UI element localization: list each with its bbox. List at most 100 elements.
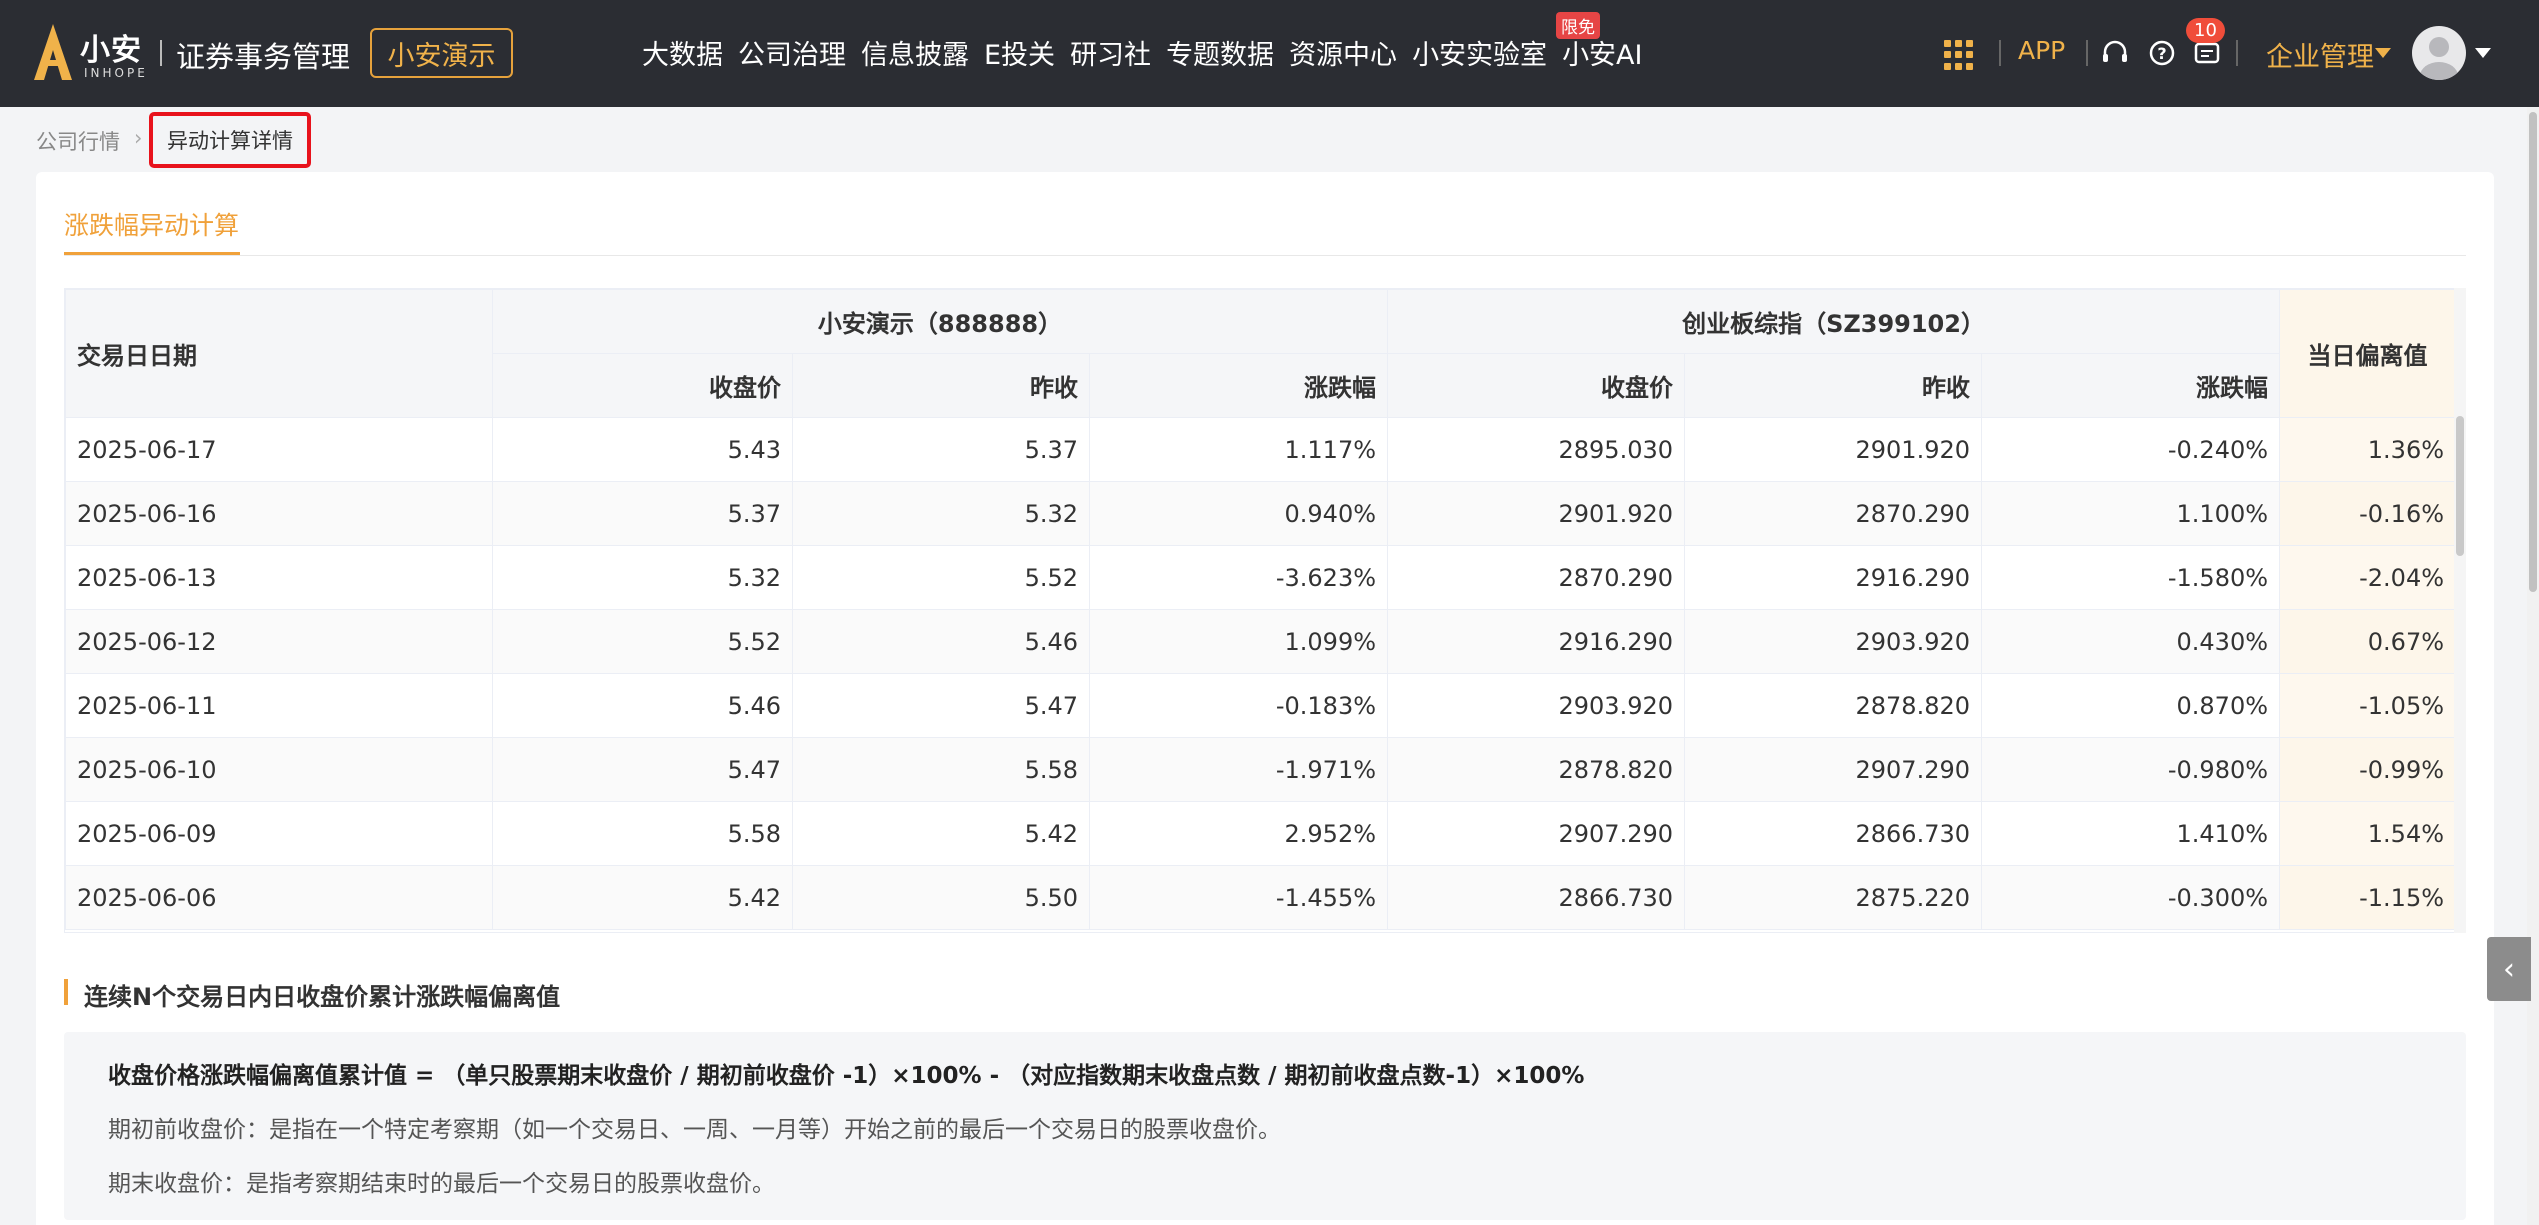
cell-stock-close: 5.42	[492, 865, 793, 930]
headset-icon[interactable]	[2100, 38, 2130, 68]
apps-grid-icon[interactable]	[1944, 40, 1974, 70]
definition-opening-price: 期初前收盘价：是指在一个特定考察期（如一个交易日、一周、一月等）开始之前的最后一…	[108, 1117, 1281, 1143]
cell-stock-prev-close: 5.46	[792, 609, 1090, 674]
cell-stock-prev-close: 5.47	[792, 673, 1090, 738]
section-accent-bar	[64, 979, 68, 1005]
cell-stock-close: 5.52	[492, 609, 793, 674]
cell-trade-date: 2025-06-11	[65, 673, 493, 738]
cell-stock-change: 0.940%	[1088, 481, 1389, 546]
chevron-down-icon[interactable]	[2475, 48, 2491, 58]
nav-item-disclosure[interactable]: 信息披露	[861, 33, 969, 72]
cell-daily-deviation: -2.04%	[2279, 545, 2457, 610]
cell-index-change: -0.240%	[1981, 417, 2281, 482]
main-nav: 大数据 公司治理 信息披露 E投关 研习社 专题数据 资源中心 小安实验室 小安…	[642, 33, 1658, 72]
cell-index-close: 2901.920	[1387, 481, 1686, 546]
cell-index-change: 1.100%	[1981, 481, 2281, 546]
cell-daily-deviation: -1.15%	[2279, 865, 2457, 930]
cell-stock-prev-close: 5.50	[792, 865, 1090, 930]
cell-daily-deviation: -0.16%	[2279, 481, 2457, 546]
header-index-prev-close: 昨收	[1684, 353, 1983, 418]
company-switcher[interactable]: 小安演示	[370, 28, 513, 78]
nav-item-e-ir[interactable]: E投关	[984, 33, 1055, 72]
table-row: 2025-06-17 5.43 5.37 1.117% 2895.030 2901.920…	[65, 417, 2457, 482]
breadcrumb-parent[interactable]: 公司行情	[36, 126, 120, 156]
table-row: 2025-06-10 5.47 5.58 -1.971% 2878.820 2907.29…	[65, 737, 2457, 802]
cell-index-prev-close: 2901.920	[1684, 417, 1983, 482]
header-stock-group: 小安演示（888888）	[491, 289, 1389, 354]
cell-daily-deviation: -0.99%	[2279, 737, 2457, 802]
cell-index-change: 1.410%	[1981, 801, 2281, 866]
cell-stock-change: -1.455%	[1088, 865, 1389, 930]
main-card: 涨跌幅异动计算 交易日日期 小安演示（888888） 创业板综指（SZ39910…	[36, 172, 2494, 1225]
svg-text:?: ?	[2157, 44, 2166, 63]
nav-item-lab[interactable]: 小安实验室	[1412, 33, 1547, 72]
cell-stock-change: -3.623%	[1088, 545, 1389, 610]
avatar[interactable]	[2412, 26, 2466, 80]
logo-icon[interactable]	[34, 24, 72, 80]
tab-divider	[64, 255, 2466, 256]
cell-stock-prev-close: 5.52	[792, 545, 1090, 610]
cell-trade-date: 2025-06-10	[65, 737, 493, 802]
nav-item-governance[interactable]: 公司治理	[738, 33, 846, 72]
nav-item-resources[interactable]: 资源中心	[1289, 33, 1397, 72]
brand-subtitle: INHOPE	[84, 66, 148, 80]
cell-trade-date: 2025-06-13	[65, 545, 493, 610]
header-index-change: 涨跌幅	[1981, 353, 2281, 418]
header-stock-close: 收盘价	[492, 353, 793, 418]
cell-index-close: 2866.730	[1387, 865, 1686, 930]
cell-index-prev-close: 2907.290	[1684, 737, 1983, 802]
nav-item-academy[interactable]: 研习社	[1070, 33, 1151, 72]
cell-index-close: 2907.290	[1387, 801, 1686, 866]
tab-price-change-calc[interactable]: 涨跌幅异动计算	[64, 206, 239, 242]
help-icon[interactable]: ?	[2147, 38, 2177, 68]
cell-trade-date: 2025-06-16	[65, 481, 493, 546]
chevron-down-icon[interactable]	[2375, 48, 2391, 58]
cell-stock-change: -0.183%	[1088, 673, 1389, 738]
table-row: 2025-06-16 5.37 5.32 0.940% 2901.920 2870.290…	[65, 481, 2457, 546]
table-row: 2025-06-09 5.58 5.42 2.952% 2907.290 2866.730…	[65, 801, 2457, 866]
cell-stock-change: 2.952%	[1088, 801, 1389, 866]
cell-index-change: 0.870%	[1981, 673, 2281, 738]
header-divider	[2086, 40, 2088, 66]
cell-daily-deviation: 0.67%	[2279, 609, 2457, 674]
breadcrumb-current-label: 异动计算详情	[167, 129, 293, 153]
table-row: 2025-06-11 5.46 5.47 -0.183% 2903.920 2878.82…	[65, 673, 2457, 738]
table-scrollbar[interactable]	[2454, 288, 2466, 933]
cell-index-close: 2895.030	[1387, 417, 1686, 482]
header-stock-change: 涨跌幅	[1088, 353, 1389, 418]
breadcrumb-separator-icon: ›	[134, 126, 143, 150]
nav-item-topic-data[interactable]: 专题数据	[1166, 33, 1274, 72]
nav-item-big-data[interactable]: 大数据	[642, 33, 723, 72]
cell-stock-close: 5.47	[492, 737, 793, 802]
cell-stock-change: -1.971%	[1088, 737, 1389, 802]
header-divider	[1999, 40, 2001, 66]
table-row: 2025-06-12 5.52 5.46 1.099% 2916.290 2903.920…	[65, 609, 2457, 674]
cell-stock-change: 1.099%	[1088, 609, 1389, 674]
cell-stock-close: 5.43	[492, 417, 793, 482]
cell-index-close: 2878.820	[1387, 737, 1686, 802]
header-index-close: 收盘价	[1387, 353, 1686, 418]
cell-stock-prev-close: 5.42	[792, 801, 1090, 866]
header-daily-deviation: 当日偏离值	[2279, 289, 2457, 418]
cell-daily-deviation: 1.36%	[2279, 417, 2457, 482]
cell-index-prev-close: 2903.920	[1684, 609, 1983, 674]
side-panel-toggle[interactable]: ‹	[2487, 937, 2531, 1001]
notification-badge: 10	[2186, 18, 2225, 43]
breadcrumb-current: 异动计算详情	[149, 112, 311, 168]
cell-index-prev-close: 2878.820	[1684, 673, 1983, 738]
page-scrollbar-thumb[interactable]	[2529, 112, 2537, 592]
cell-trade-date: 2025-06-12	[65, 609, 493, 674]
free-badge: 限免	[1556, 12, 1600, 39]
formula-box: 收盘价格涨跌幅偏离值累计值 = （单只股票期末收盘价 / 期初前收盘价 -1）×…	[64, 1032, 2466, 1220]
enterprise-menu[interactable]: 企业管理	[2266, 35, 2374, 74]
app-download-link[interactable]: APP	[2018, 36, 2065, 65]
cell-trade-date: 2025-06-17	[65, 417, 493, 482]
cell-index-change: -1.580%	[1981, 545, 2281, 610]
cell-stock-close: 5.46	[492, 673, 793, 738]
cell-stock-change: 1.117%	[1088, 417, 1389, 482]
cell-daily-deviation: 1.54%	[2279, 801, 2457, 866]
cell-stock-prev-close: 5.58	[792, 737, 1090, 802]
cell-index-close: 2916.290	[1387, 609, 1686, 674]
cell-stock-close: 5.37	[492, 481, 793, 546]
table-scrollbar-thumb[interactable]	[2456, 416, 2464, 556]
